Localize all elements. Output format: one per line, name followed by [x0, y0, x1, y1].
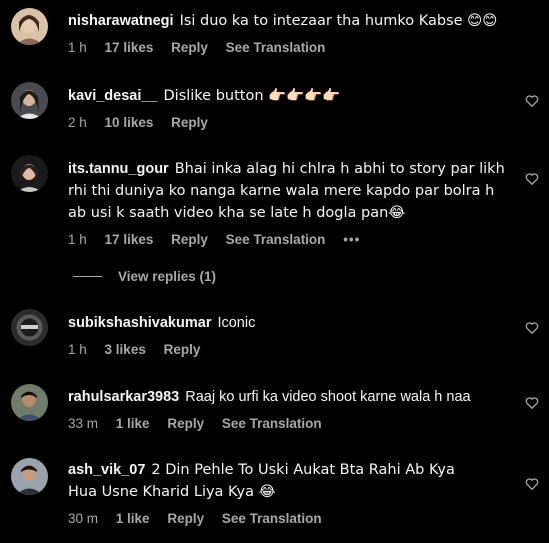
comment-time: 1 h: [68, 40, 87, 55]
avatar[interactable]: [11, 155, 48, 192]
comment-time: 33 m: [68, 416, 99, 431]
comment-likes[interactable]: 10 likes: [105, 115, 154, 130]
reply-button[interactable]: Reply: [171, 115, 208, 130]
comment-time: 2 h: [68, 115, 87, 130]
comment-username[interactable]: its.tannu_gour: [68, 161, 169, 177]
reply-button[interactable]: Reply: [171, 40, 208, 55]
comment-username[interactable]: rahulsarkar3983: [68, 389, 179, 405]
like-heart-icon[interactable]: [525, 94, 539, 108]
comment-likes[interactable]: 1 like: [116, 511, 150, 526]
avatar[interactable]: [11, 309, 48, 346]
comment-likes[interactable]: 3 likes: [105, 342, 146, 357]
like-heart-icon[interactable]: [525, 172, 539, 186]
comment-time: 1 h: [68, 342, 87, 357]
replies-divider: [73, 275, 102, 277]
reply-button[interactable]: Reply: [164, 342, 201, 357]
comment-text: Dislike button 👉🏻👉🏻👉🏻👉🏻: [163, 88, 341, 104]
avatar[interactable]: [11, 384, 48, 421]
reply-button[interactable]: Reply: [167, 416, 204, 431]
view-replies-button[interactable]: View replies (1): [118, 269, 216, 284]
view-replies[interactable]: View replies (1): [73, 266, 216, 286]
more-options-icon[interactable]: •••: [343, 232, 360, 247]
reply-button[interactable]: Reply: [167, 511, 204, 526]
comment-time: 1 h: [68, 232, 87, 247]
see-translation-button[interactable]: See Translation: [226, 232, 326, 247]
comment-text: Iconic: [217, 315, 256, 331]
comment-likes[interactable]: 1 like: [116, 416, 150, 431]
like-heart-icon[interactable]: [525, 321, 539, 335]
comment-text: Isi duo ka to intezaar tha humko Kabse 😊…: [179, 13, 498, 29]
see-translation-button[interactable]: See Translation: [226, 40, 326, 55]
avatar[interactable]: [11, 82, 48, 119]
comment-likes[interactable]: 17 likes: [105, 232, 154, 247]
comment-username[interactable]: nisharawatnegi: [68, 13, 174, 29]
see-translation-button[interactable]: See Translation: [222, 511, 322, 526]
reply-button[interactable]: Reply: [171, 232, 208, 247]
comment-time: 30 m: [68, 511, 99, 526]
comment-username[interactable]: ash_vik_07: [68, 462, 145, 478]
avatar[interactable]: [11, 8, 48, 45]
comment-username[interactable]: kavi_desai__: [68, 88, 158, 104]
comment-likes[interactable]: 17 likes: [105, 40, 154, 55]
comment-username[interactable]: subikshashivakumar: [68, 315, 211, 331]
see-translation-button[interactable]: See Translation: [222, 416, 322, 431]
like-heart-icon[interactable]: [525, 396, 539, 410]
like-heart-icon[interactable]: [525, 477, 539, 491]
comment-text: Raaj ko urfi ka video shoot karne wala h…: [185, 389, 471, 405]
avatar[interactable]: [11, 458, 48, 495]
